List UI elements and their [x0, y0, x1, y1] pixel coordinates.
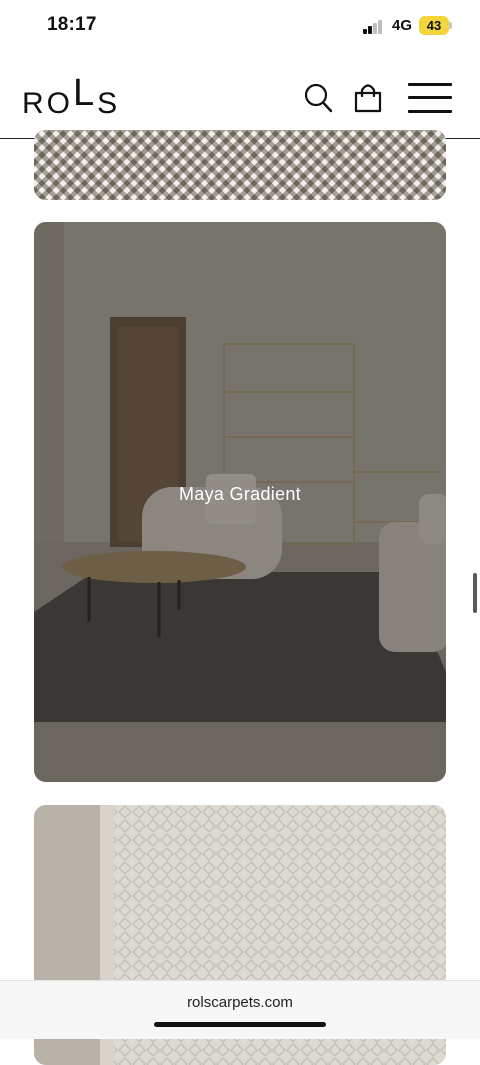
status-bar: 18:17 4G 43: [0, 0, 480, 56]
network-type: 4G: [392, 17, 413, 34]
status-time: 18:17: [47, 14, 97, 35]
battery-icon: 43: [419, 16, 449, 35]
rols-logo[interactable]: ROLS: [22, 72, 120, 123]
signal-strength-icon: [363, 20, 385, 34]
browser-address-bar[interactable]: rolscarpets.com: [0, 980, 480, 1039]
url-text[interactable]: rolscarpets.com: [0, 994, 480, 1011]
home-indicator[interactable]: [154, 1022, 326, 1027]
scroll-indicator[interactable]: [473, 573, 477, 613]
product-card[interactable]: Maya Gradient: [34, 222, 446, 782]
battery-level: 43: [426, 18, 442, 33]
product-image: [34, 130, 446, 200]
product-title[interactable]: Maya Gradient: [34, 484, 446, 505]
site-header: ROLS: [0, 56, 480, 139]
battery-tip: [449, 22, 452, 29]
hamburger-menu-icon[interactable]: [406, 81, 454, 115]
product-card[interactable]: [34, 130, 446, 200]
shopping-bag-icon[interactable]: [352, 82, 384, 114]
search-icon[interactable]: [302, 82, 334, 114]
